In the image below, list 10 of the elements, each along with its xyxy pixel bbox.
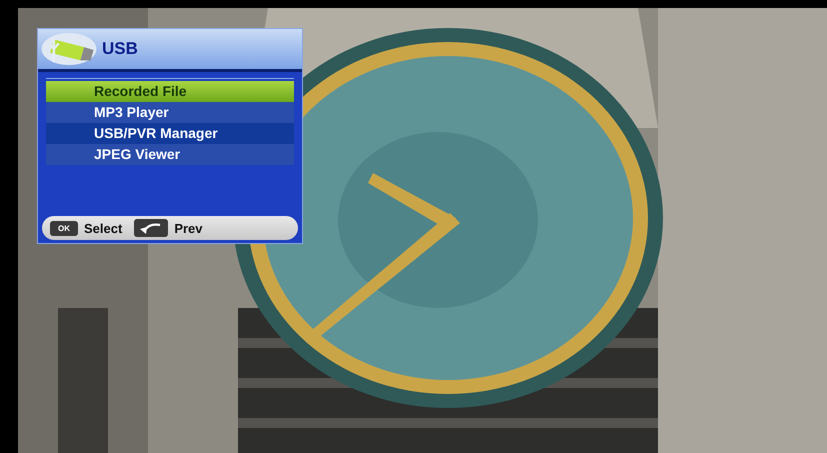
hint-label: Select bbox=[84, 220, 122, 236]
usb-drive-icon bbox=[40, 32, 98, 66]
menu-item[interactable]: JPEG Viewer bbox=[46, 144, 294, 165]
menu-title: USB bbox=[102, 39, 138, 59]
menu-item[interactable]: MP3 Player bbox=[46, 102, 294, 123]
back-arrow-key-icon bbox=[134, 219, 168, 237]
menu-item[interactable]: Recorded File bbox=[46, 81, 294, 102]
menu-item[interactable]: USB/PVR Manager bbox=[46, 123, 294, 144]
hint-label: Prev bbox=[174, 220, 203, 236]
ok-key: OK bbox=[50, 220, 78, 236]
